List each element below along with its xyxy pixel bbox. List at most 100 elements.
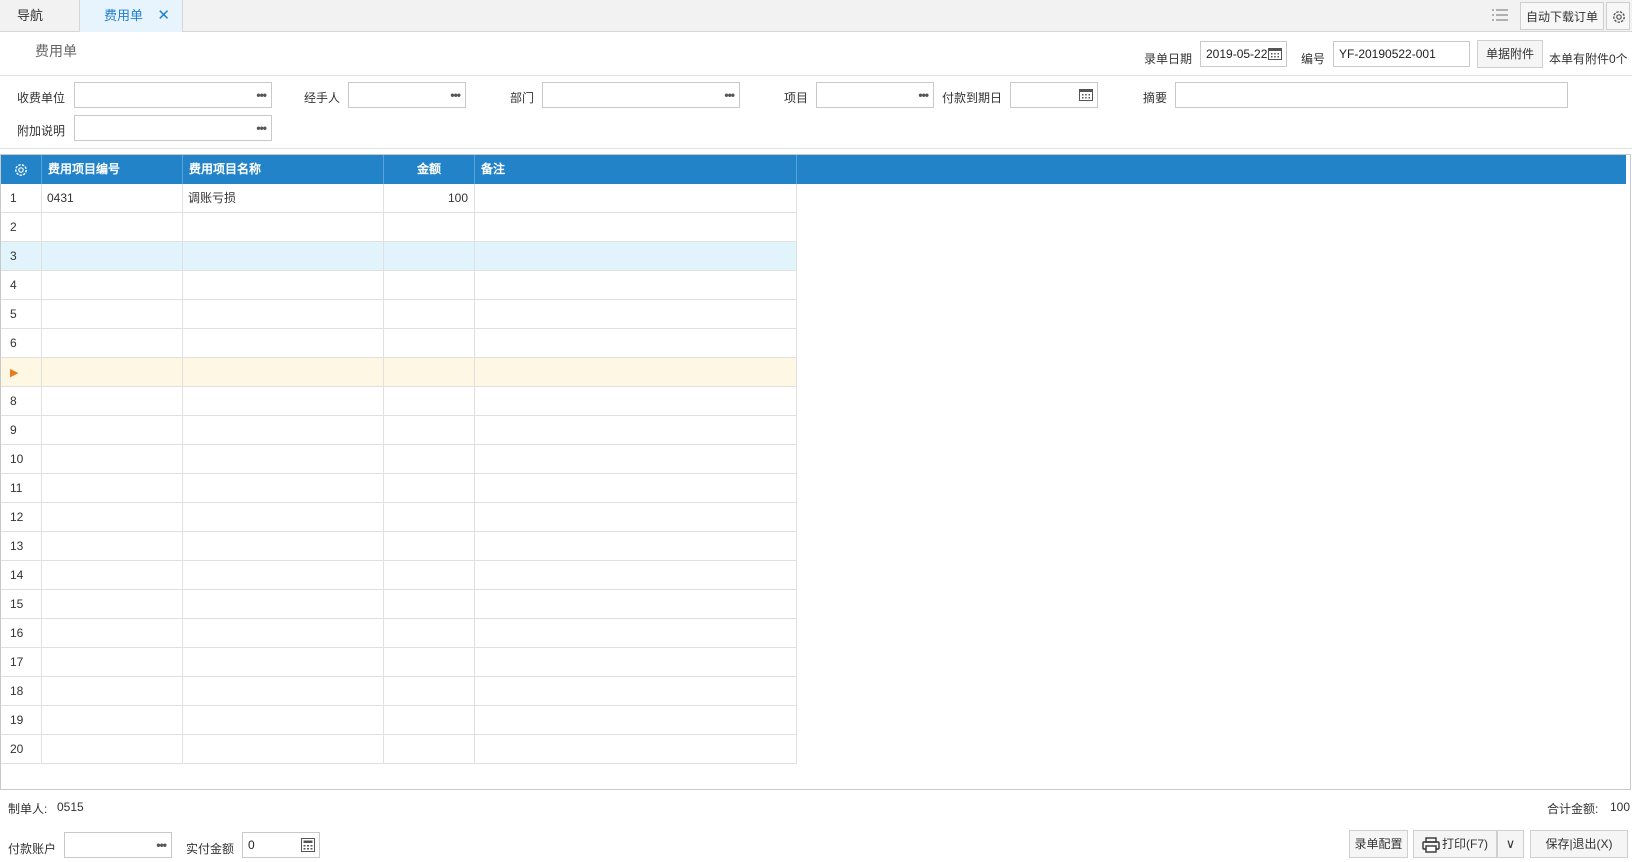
department-input[interactable]: ••• [542, 82, 740, 108]
amount-cell[interactable] [384, 242, 475, 270]
table-row[interactable]: 4 [1, 271, 797, 300]
table-row[interactable]: 6 [1, 329, 797, 358]
table-row[interactable]: 8 [1, 387, 797, 416]
remark-cell[interactable] [475, 445, 797, 473]
table-row[interactable]: 18 [1, 677, 797, 706]
item-name-cell[interactable]: 调账亏损 [183, 184, 384, 212]
table-row[interactable]: 15 [1, 590, 797, 619]
table-row[interactable]: 20 [1, 735, 797, 764]
column-header-amount[interactable]: 金额 [384, 155, 475, 184]
item-code-cell[interactable] [42, 677, 183, 705]
table-row[interactable]: 3 [1, 242, 797, 271]
item-name-cell[interactable] [183, 474, 384, 502]
handler-input[interactable]: ••• [348, 82, 466, 108]
table-row[interactable]: 12 [1, 503, 797, 532]
amount-cell[interactable] [384, 329, 475, 357]
amount-cell[interactable] [384, 677, 475, 705]
amount-cell[interactable] [384, 474, 475, 502]
table-row[interactable]: 19 [1, 706, 797, 735]
item-code-cell[interactable] [42, 300, 183, 328]
column-header-item-name[interactable]: 费用项目名称 [183, 155, 384, 184]
calendar-icon[interactable] [1079, 88, 1093, 101]
table-row[interactable]: 11 [1, 474, 797, 503]
column-header-item-code[interactable]: 费用项目编号 [42, 155, 183, 184]
remark-cell[interactable] [475, 474, 797, 502]
list-icon[interactable] [1492, 8, 1508, 22]
remark-cell[interactable] [475, 735, 797, 763]
remark-cell[interactable] [475, 503, 797, 531]
item-code-cell[interactable] [42, 735, 183, 763]
amount-cell[interactable] [384, 271, 475, 299]
item-name-cell[interactable] [183, 329, 384, 357]
item-name-cell[interactable] [183, 503, 384, 531]
table-row[interactable]: 13 [1, 532, 797, 561]
amount-cell[interactable] [384, 532, 475, 560]
tab-expense-bill[interactable]: 费用单 ✕ [80, 0, 183, 32]
payment-account-input[interactable]: ••• [64, 832, 172, 858]
payee-lookup-icon[interactable]: ••• [256, 83, 267, 107]
table-row[interactable]: 5 [1, 300, 797, 329]
bill-attachment-button[interactable]: 单据附件 [1477, 40, 1543, 68]
amount-cell[interactable] [384, 706, 475, 734]
amount-cell[interactable] [384, 445, 475, 473]
table-row[interactable]: 17 [1, 648, 797, 677]
remark-cell[interactable] [475, 184, 797, 212]
table-row[interactable]: 10 [1, 445, 797, 474]
amount-cell[interactable] [384, 416, 475, 444]
print-dropdown-button[interactable]: ∨ [1497, 830, 1524, 858]
remark-cell[interactable] [475, 619, 797, 647]
amount-cell[interactable] [384, 503, 475, 531]
table-row[interactable]: 1 0431 调账亏损 100 [1, 184, 797, 213]
item-name-cell[interactable] [183, 242, 384, 270]
item-name-cell[interactable] [183, 648, 384, 676]
remark-cell[interactable] [475, 416, 797, 444]
item-name-cell[interactable] [183, 735, 384, 763]
item-code-cell[interactable] [42, 474, 183, 502]
payment-account-lookup-icon[interactable]: ••• [156, 833, 167, 857]
item-code-cell[interactable] [42, 358, 183, 386]
remark-cell[interactable] [475, 677, 797, 705]
item-name-cell[interactable] [183, 387, 384, 415]
item-name-cell[interactable] [183, 619, 384, 647]
remark-cell[interactable] [475, 561, 797, 589]
entry-config-button[interactable]: 录单配置 [1349, 830, 1408, 858]
save-exit-button[interactable]: 保存|退出(X) [1530, 830, 1628, 858]
item-code-cell[interactable] [42, 532, 183, 560]
paid-amount-input[interactable]: 0 [242, 832, 320, 858]
remark-cell[interactable] [475, 532, 797, 560]
entry-date-field[interactable]: 2019-05-22 [1200, 41, 1287, 67]
item-code-cell[interactable] [42, 271, 183, 299]
amount-cell[interactable] [384, 590, 475, 618]
print-button[interactable]: 打印(F7) [1413, 830, 1497, 858]
settings-button[interactable] [1606, 2, 1630, 30]
auto-download-orders-button[interactable]: 自动下载订单 [1520, 2, 1604, 30]
amount-cell[interactable] [384, 358, 475, 386]
amount-cell[interactable] [384, 213, 475, 241]
remark-cell[interactable] [475, 590, 797, 618]
amount-cell[interactable] [384, 735, 475, 763]
additional-note-input[interactable]: ••• [74, 115, 272, 141]
remark-cell[interactable] [475, 300, 797, 328]
item-name-cell[interactable] [183, 445, 384, 473]
item-name-cell[interactable] [183, 706, 384, 734]
item-name-cell[interactable] [183, 300, 384, 328]
item-code-cell[interactable] [42, 561, 183, 589]
project-lookup-icon[interactable]: ••• [918, 83, 929, 107]
calculator-icon[interactable] [301, 838, 315, 852]
remark-cell[interactable] [475, 329, 797, 357]
remark-cell[interactable] [475, 648, 797, 676]
summary-input[interactable] [1175, 82, 1568, 108]
item-name-cell[interactable] [183, 532, 384, 560]
amount-cell[interactable] [384, 619, 475, 647]
amount-cell[interactable] [384, 387, 475, 415]
table-row[interactable]: 14 [1, 561, 797, 590]
remark-cell[interactable] [475, 706, 797, 734]
item-code-cell[interactable] [42, 387, 183, 415]
remark-cell[interactable] [475, 242, 797, 270]
bill-number-field[interactable]: YF-20190522-001 [1333, 41, 1470, 67]
remark-cell[interactable] [475, 271, 797, 299]
amount-cell[interactable]: 100 [384, 184, 475, 212]
amount-cell[interactable] [384, 300, 475, 328]
table-row[interactable]: 2 [1, 213, 797, 242]
item-code-cell[interactable] [42, 242, 183, 270]
